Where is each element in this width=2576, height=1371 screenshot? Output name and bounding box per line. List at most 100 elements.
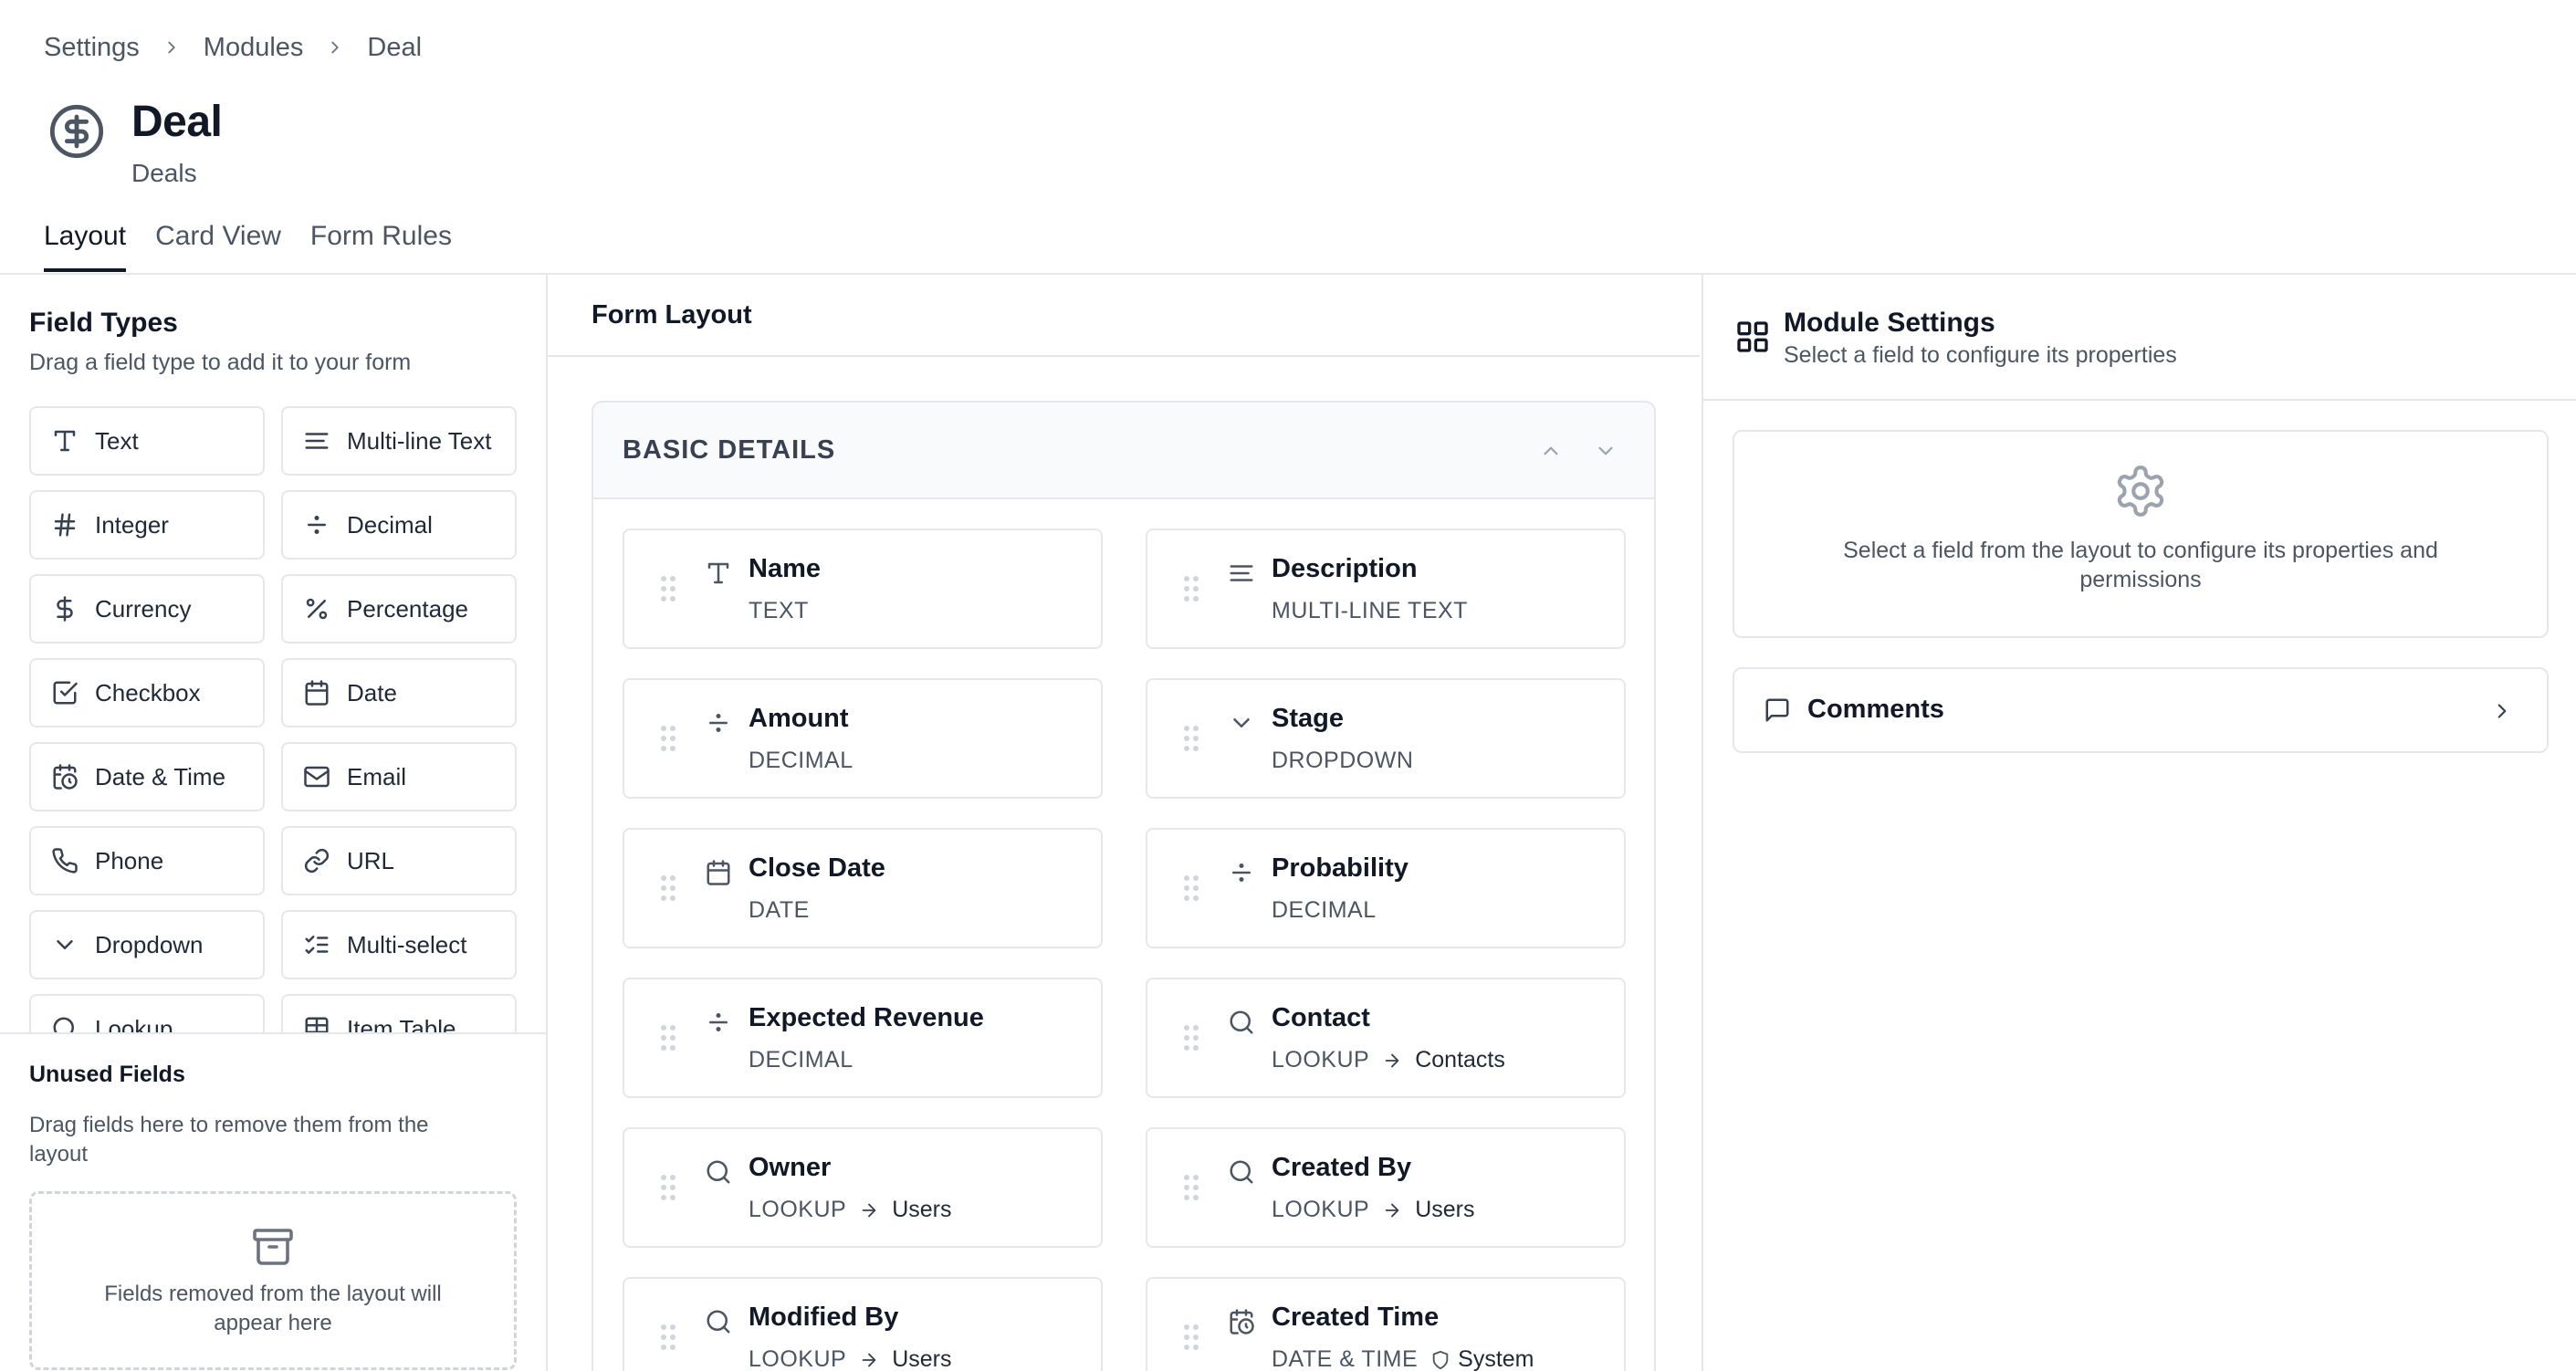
drag-handle-icon[interactable]: [1184, 1175, 1200, 1202]
table-icon: [303, 1015, 330, 1032]
drag-handle-icon[interactable]: [1184, 1324, 1200, 1352]
drag-handle-icon[interactable]: [661, 726, 677, 753]
drag-handle-icon[interactable]: [1184, 726, 1200, 753]
breadcrumb-deal: Deal: [367, 32, 423, 62]
drag-handle-icon[interactable]: [661, 1324, 677, 1352]
field-type-email[interactable]: Email: [281, 742, 517, 811]
comments-button[interactable]: Comments: [1733, 667, 2549, 753]
message-square-icon: [1764, 696, 1791, 724]
tab-bar: Layout Card View Form Rules: [44, 215, 452, 272]
field-type: LOOKUP Users: [1272, 1197, 1475, 1222]
section-basic-details: BASIC DETAILS Name TEXT Description MULT…: [592, 401, 1656, 1371]
field-type-text[interactable]: Text: [29, 406, 265, 476]
breadcrumb-modules[interactable]: Modules: [204, 33, 304, 63]
unused-fields-dropzone[interactable]: Fields removed from the layout will appe…: [29, 1191, 517, 1370]
field-card-amount[interactable]: Amount DECIMAL: [623, 678, 1103, 799]
module-settings-title: Module Settings: [1784, 308, 1995, 338]
drag-handle-icon[interactable]: [661, 576, 677, 603]
field-name: Stage: [1272, 704, 1344, 733]
calendar-clock-icon: [51, 763, 79, 790]
field-type-integer[interactable]: Integer: [29, 490, 265, 560]
field-name: Probability: [1272, 853, 1408, 883]
calendar-clock-icon: [1228, 1308, 1255, 1335]
field-type-decimal[interactable]: Decimal: [281, 490, 517, 560]
layout-grid-icon: [1734, 319, 1771, 355]
tab-form-rules[interactable]: Form Rules: [310, 215, 452, 272]
field-type: TEXT: [749, 598, 809, 623]
field-type-date[interactable]: Date: [281, 658, 517, 727]
arrow-right-icon: [1382, 1200, 1402, 1220]
field-card-created-time[interactable]: Created Time DATE & TIME System: [1146, 1277, 1626, 1371]
drag-handle-icon[interactable]: [661, 1025, 677, 1052]
list-checks-icon: [303, 931, 330, 958]
field-type-lookup[interactable]: Lookup: [29, 994, 265, 1032]
comments-label: Comments: [1807, 695, 1944, 724]
field-card-stage[interactable]: Stage DROPDOWN: [1146, 678, 1626, 799]
field-card-description[interactable]: Description MULTI-LINE TEXT: [1146, 529, 1626, 649]
drag-handle-icon[interactable]: [661, 1175, 677, 1202]
module-settings-header: Module Settings Select a field to config…: [1703, 275, 2576, 401]
field-config-placeholder: Select a field from the layout to config…: [1733, 430, 2549, 638]
field-type-percentage[interactable]: Percentage: [281, 574, 517, 644]
lookup-target: Users: [892, 1197, 952, 1222]
drag-handle-icon[interactable]: [1184, 1025, 1200, 1052]
system-badge: System: [1458, 1346, 1534, 1371]
field-type-item-table[interactable]: Item Table: [281, 994, 517, 1032]
field-type-url[interactable]: URL: [281, 826, 517, 895]
dropzone-empty-text: Fields removed from the layout will appe…: [104, 1282, 442, 1335]
module-settings-panel: Module Settings Select a field to config…: [1702, 275, 2576, 1371]
module-settings-description: Select a field to configure its properti…: [1784, 342, 2177, 368]
search-icon: [1228, 1158, 1255, 1186]
field-type-multi-line-text[interactable]: Multi-line Text: [281, 406, 517, 476]
field-type: LOOKUP Users: [749, 1197, 952, 1222]
drag-handle-icon[interactable]: [1184, 875, 1200, 903]
field-card-contact[interactable]: Contact LOOKUP Contacts: [1146, 978, 1626, 1098]
field-types-description: Drag a field type to add it to your form: [29, 350, 412, 375]
field-name: Close Date: [749, 853, 885, 883]
field-card-close-date[interactable]: Close Date DATE: [623, 828, 1103, 948]
field-card-owner[interactable]: Owner LOOKUP Users: [623, 1127, 1103, 1248]
field-types-grid[interactable]: Text Multi-line Text Integer Decimal Cur…: [29, 406, 517, 1032]
chevron-down-icon[interactable]: [1594, 439, 1618, 463]
calendar-icon: [303, 679, 330, 706]
field-type-checkbox[interactable]: Checkbox: [29, 658, 265, 727]
field-card-created-by[interactable]: Created By LOOKUP Users: [1146, 1127, 1626, 1248]
field-card-modified-by[interactable]: Modified By LOOKUP Users: [623, 1277, 1103, 1371]
field-name: Created Time: [1272, 1303, 1440, 1332]
archive-icon: [251, 1225, 295, 1269]
chevron-right-icon: [325, 37, 345, 58]
field-card-name[interactable]: Name TEXT: [623, 529, 1103, 649]
field-type-multi-select[interactable]: Multi-select: [281, 910, 517, 979]
unused-fields-panel: Unused Fields Drag fields here to remove…: [0, 1032, 546, 1371]
field-type-phone[interactable]: Phone: [29, 826, 265, 895]
chevron-up-icon[interactable]: [1539, 439, 1563, 463]
field-card-probability[interactable]: Probability DECIMAL: [1146, 828, 1626, 948]
percent-icon: [303, 595, 330, 623]
unused-fields-title: Unused Fields: [29, 1062, 185, 1087]
text-type-icon: [705, 560, 732, 587]
placeholder-text: Select a field from the layout to config…: [1843, 538, 2438, 592]
field-type: DROPDOWN: [1272, 748, 1414, 773]
dollar-icon: [51, 595, 79, 623]
drag-handle-icon[interactable]: [1184, 576, 1200, 603]
tab-card-view[interactable]: Card View: [155, 215, 281, 272]
drag-handle-icon[interactable]: [661, 875, 677, 903]
phone-icon: [51, 847, 79, 874]
link-icon: [303, 847, 330, 874]
field-type-currency[interactable]: Currency: [29, 574, 265, 644]
field-name: Description: [1272, 554, 1418, 583]
align-left-icon: [303, 427, 330, 455]
lookup-target: Contacts: [1415, 1047, 1505, 1073]
form-layout-panel: Form Layout BASIC DETAILS Name TEXT Desc…: [548, 275, 1702, 1371]
field-type-date-time[interactable]: Date & Time: [29, 742, 265, 811]
lookup-target: Users: [1415, 1197, 1475, 1222]
field-type: DECIMAL: [749, 1047, 853, 1073]
field-type-dropdown[interactable]: Dropdown: [29, 910, 265, 979]
tab-layout[interactable]: Layout: [44, 215, 127, 272]
divide-icon: [303, 511, 330, 539]
chevron-right-icon: [2490, 699, 2514, 723]
chevron-down-icon: [51, 931, 79, 958]
search-icon: [1228, 1009, 1255, 1036]
field-card-expected-revenue[interactable]: Expected Revenue DECIMAL: [623, 978, 1103, 1098]
breadcrumb-settings[interactable]: Settings: [44, 33, 140, 63]
